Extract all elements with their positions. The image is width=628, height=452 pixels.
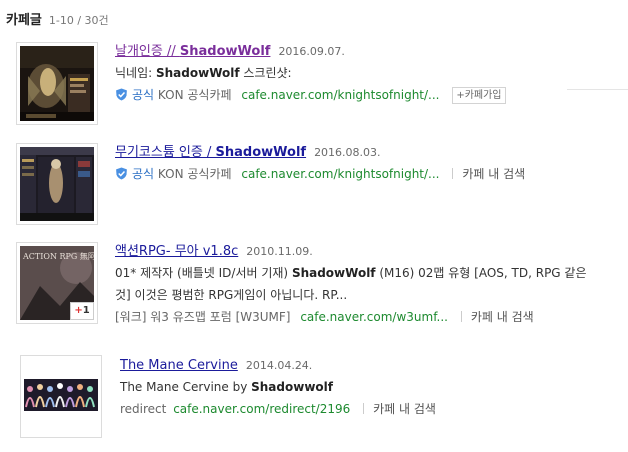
result-title-link[interactable]: 무기코스튬 인증 / ShadowWolf (115, 145, 306, 160)
result-title-link[interactable]: 날개인증 // ShadowWolf (115, 44, 270, 59)
section-header: 카페글 1-10 / 30건 (6, 9, 109, 28)
result-source: 공식 KON 공식카페 cafe.naver.com/knightsofnigh… (115, 163, 525, 185)
cafe-name[interactable]: KON 공식카페 (158, 167, 232, 181)
plus-icon: + (74, 305, 83, 316)
thumbnail-caption: ACTION RPG 無阿 (22, 251, 94, 261)
desc-highlight: Shadowwolf (251, 380, 333, 394)
result-description: 닉네임: ShadowWolf 스크린샷: (115, 62, 506, 84)
post-date: 2016.09.07. (278, 45, 345, 58)
thumbnail-image (20, 147, 94, 221)
post-date: 2016.08.03. (314, 146, 381, 159)
cafe-search-link[interactable]: 카페 내 검색 (373, 402, 436, 416)
title-highlight: ShadowWolf (179, 44, 271, 59)
plus-badge[interactable]: +1 (70, 302, 94, 320)
desc-text: 01* 제작자 (배틀넷 ID/서버 기재) (115, 266, 292, 280)
result-description: 01* 제작자 (배틀넷 ID/서버 기재) ShadowWolf (M16) … (115, 262, 587, 284)
verified-shield-icon (116, 167, 127, 180)
result-url[interactable]: cafe.naver.com/redirect/2196 (173, 402, 350, 416)
desc-text: 스크린샷: (239, 66, 292, 80)
result-description: The Mane Cervine by Shadowwolf (120, 376, 436, 398)
join-cafe-button[interactable]: +카페가입 (452, 87, 506, 104)
result-url[interactable]: cafe.naver.com/w3umf... (300, 310, 448, 324)
cafe-search-link[interactable]: 카페 내 검색 (471, 310, 534, 324)
official-label: 공식 (132, 88, 155, 102)
badge-count: 1 (82, 305, 90, 316)
verified-shield-icon (116, 88, 127, 101)
desc-highlight: ShadowWolf (155, 66, 240, 80)
result-url[interactable]: cafe.naver.com/knightsofnight/... (241, 167, 439, 181)
post-date: 2010.11.09. (246, 245, 313, 258)
separator (363, 403, 365, 414)
desc-text: The Mane Cervine by (120, 380, 252, 394)
thumbnail-image (24, 359, 98, 434)
cafe-name[interactable]: [워크] 워3 유즈맵 포럼 [W3UMF] (115, 310, 290, 324)
result-thumbnail[interactable] (16, 143, 98, 225)
result-title-link[interactable]: The Mane Cervine (120, 358, 238, 373)
result-url[interactable]: cafe.naver.com/knightsofnight/... (241, 88, 439, 102)
result-description-line2: 것] 이것은 평범한 RPG게임이 아닙니다. RP... (115, 288, 348, 302)
result-title-link[interactable]: 액션RPG- 무아 v1.8c (115, 244, 238, 259)
source-label: redirect (120, 402, 167, 416)
cafe-search-link[interactable]: 카페 내 검색 (462, 167, 525, 181)
divider (567, 89, 628, 90)
desc-text: 닉네임: (115, 66, 156, 80)
result-thumbnail[interactable] (20, 355, 102, 438)
section-title: 카페글 (6, 13, 42, 28)
post-date: 2014.04.24. (245, 359, 313, 372)
cafe-name[interactable]: KON 공식카페 (158, 88, 232, 102)
result-source: redirect cafe.naver.com/redirect/2196 카페… (120, 398, 436, 420)
official-label: 공식 (132, 167, 155, 181)
thumbnail-image (20, 46, 94, 121)
result-count: 1-10 / 30건 (48, 14, 109, 27)
result-source: [워크] 워3 유즈맵 포럼 [W3UMF] cafe.naver.com/w3… (115, 306, 587, 328)
result-source: 공식 KON 공식카페 cafe.naver.com/knightsofnigh… (115, 84, 506, 106)
result-thumbnail[interactable] (16, 42, 98, 125)
title-highlight: ShadowWolf (215, 145, 307, 160)
separator (460, 311, 462, 322)
separator (452, 168, 454, 179)
result-thumbnail[interactable]: ACTION RPG 無阿 +1 (16, 242, 98, 324)
desc-highlight: ShadowWolf (291, 266, 376, 280)
desc-text: (M16) 02맵 유형 [AOS, TD, RPG 같은 (375, 266, 587, 280)
title-text: 무기코스튬 인증 / (115, 145, 216, 160)
title-text: 날개인증 // (115, 44, 180, 59)
